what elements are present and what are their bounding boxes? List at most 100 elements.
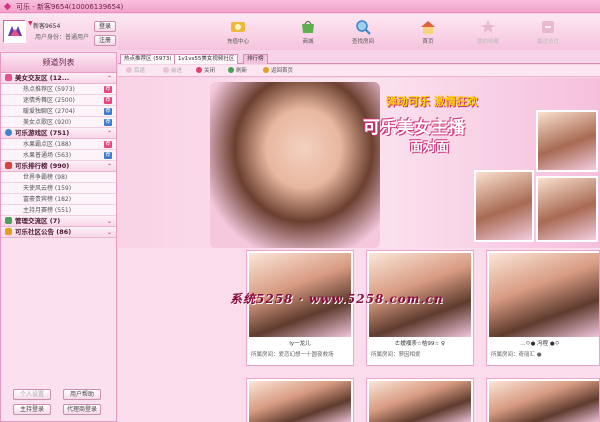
- tab-video-community[interactable]: 1v1vs55美女视频社区: [174, 54, 239, 64]
- app-logo-icon: [3, 2, 12, 11]
- category-rankings[interactable]: 可乐排行榜 (990) ⌃: [1, 161, 116, 172]
- collapse-arrow-icon[interactable]: ⌃: [107, 128, 112, 139]
- toolbar-home-button[interactable]: 首页: [408, 18, 448, 48]
- channel-item[interactable]: 迷情秀舞区 (2500) 荐: [1, 95, 116, 106]
- nav-label: 返回首页: [271, 68, 294, 74]
- banner-photo: [210, 82, 380, 248]
- channel-label: 热点推荐区 (5973): [23, 86, 75, 93]
- toolbar-search-button[interactable]: 查找房间: [343, 18, 383, 48]
- channel-label: 天使风云榜 (159): [23, 185, 72, 192]
- host-card[interactable]: [366, 378, 474, 422]
- toolbar-label: 充值中心: [226, 39, 249, 45]
- banner-thumb: [536, 176, 598, 242]
- host-card[interactable]: ly一龙儿 所属房间：爱恋幻想一十圆夜救场: [246, 250, 354, 366]
- channel-item[interactable]: 世界争霸榜 (98): [1, 172, 116, 183]
- shop-icon: [302, 21, 314, 33]
- home-icon: [263, 67, 269, 73]
- channel-item[interactable]: 热点推荐区 (5973) 荐: [1, 84, 116, 95]
- banner-thumb: [536, 110, 598, 172]
- nav-label: 后退: [134, 68, 146, 74]
- user-panel: ▼ 新客9654 用户身份：普通用户 登录 注册: [0, 14, 118, 50]
- app-logo-icon: [4, 21, 26, 43]
- tab-bar: 热点推荐区 (5973) 1v1vs55美女视频社区 排行榜: [118, 52, 600, 64]
- toolbar-recharge-button[interactable]: 充值中心: [218, 18, 258, 48]
- forward-icon: [163, 67, 169, 73]
- user-help-button[interactable]: 用户帮助: [63, 389, 101, 400]
- host-room: 所属房间：爱恋幻想一十圆夜救场: [251, 352, 334, 358]
- content-area: 弹动可乐 激情狂欢 可乐美女主播 面对面 ly一龙儿 所属房间：爱恋幻想一十圆夜…: [118, 78, 600, 422]
- category-icon: [5, 217, 12, 224]
- channel-label: 美女点歌区 (920): [23, 119, 72, 126]
- channel-item[interactable]: 水果普通场 (563) 荐: [1, 150, 116, 161]
- host-photo: [489, 253, 599, 337]
- channel-item[interactable]: 水果霸点区 (188) 荐: [1, 139, 116, 150]
- search-icon: [356, 20, 371, 35]
- host-name: ...ㅇ● 冯程 ●ㅇ: [520, 341, 560, 347]
- category-announcements[interactable]: 可乐社区公告 (86) ⌄: [1, 227, 116, 238]
- toolbar: 充值中心 商城 查找房间 首页 我的收藏 最近访过: [118, 14, 600, 50]
- title-bar: 可乐 - 新客9654(10006139654): [0, 0, 600, 13]
- channel-item[interactable]: 暖爱独聊区 (2704) 荐: [1, 106, 116, 117]
- user-identity: 用户身份：普通用户: [35, 34, 90, 41]
- toolbar-history-button[interactable]: 最近访过: [528, 18, 568, 48]
- login-button[interactable]: 登录: [94, 21, 116, 32]
- banner-subtitle: 面对面: [410, 140, 450, 155]
- nav-label: 前进: [171, 68, 183, 74]
- channel-label: 世界争霸榜 (98): [23, 174, 68, 181]
- star-icon: [481, 20, 495, 33]
- personal-settings-button[interactable]: 个人设置: [13, 389, 51, 400]
- window-title: 可乐 - 新客9654(10006139654): [16, 3, 124, 11]
- channel-label: 水果普通场 (563): [23, 152, 72, 159]
- recommend-badge: 荐: [104, 119, 112, 126]
- promo-banner[interactable]: 弹动可乐 激情狂欢 可乐美女主播 面对面: [118, 78, 600, 248]
- collapse-arrow-icon[interactable]: ⌃: [107, 161, 112, 172]
- host-login-button[interactable]: 主持登录: [13, 404, 51, 415]
- channel-item[interactable]: 天使风云榜 (159): [1, 183, 116, 194]
- close-button[interactable]: 关闭: [196, 67, 215, 75]
- category-icon: [5, 228, 12, 235]
- category-label: 可乐游戏区 (751): [15, 129, 70, 137]
- collapse-arrow-icon[interactable]: ⌃: [107, 73, 112, 84]
- category-beauty[interactable]: 美女交友区 (12... ⌃: [1, 73, 116, 84]
- sidebar-header: 频道列表: [1, 53, 116, 73]
- category-label: 可乐排行榜 (990): [15, 162, 70, 170]
- avatar[interactable]: [3, 20, 26, 43]
- host-card[interactable]: ...ㅇ● 冯程 ●ㅇ 所属房间：奇丽汇 ●: [486, 250, 600, 366]
- category-icon: [5, 162, 12, 169]
- refresh-button[interactable]: 刷新: [228, 67, 247, 75]
- channel-label: 水果霸点区 (188): [23, 141, 72, 148]
- register-button[interactable]: 注册: [94, 35, 116, 46]
- category-label: 可乐社区公告 (86): [15, 228, 72, 236]
- home-button[interactable]: 返回首页: [263, 67, 293, 75]
- tab-hot[interactable]: 热点推荐区 (5973): [120, 54, 176, 64]
- back-button[interactable]: 后退: [126, 67, 145, 75]
- refresh-icon: [228, 67, 234, 73]
- toolbar-favorites-button[interactable]: 我的收藏: [468, 18, 508, 48]
- category-games[interactable]: 可乐游戏区 (751) ⌃: [1, 128, 116, 139]
- forward-button[interactable]: 前进: [163, 67, 182, 75]
- channel-label: 迷情秀舞区 (2500): [23, 97, 75, 104]
- agent-login-button[interactable]: 代理商登录: [63, 404, 101, 415]
- coin-icon: [231, 22, 245, 32]
- status-dropdown[interactable]: ▼: [28, 20, 33, 27]
- category-icon: [5, 129, 12, 136]
- tab-rankings[interactable]: 排行榜: [243, 54, 268, 64]
- host-card[interactable]: ㄜ嬡襆柰☆桔99☆ ♀ 所属房间：蓼因相爱: [366, 250, 474, 366]
- back-icon: [126, 67, 132, 73]
- category-admin[interactable]: 管理交流区 (7) ⌄: [1, 216, 116, 227]
- host-name: ㄜ嬡襆柰☆桔99☆ ♀: [394, 341, 446, 347]
- channel-item[interactable]: 富豪贵宾榜 (182): [1, 194, 116, 205]
- host-card[interactable]: [246, 378, 354, 422]
- expand-arrow-icon[interactable]: ⌄: [107, 227, 112, 238]
- host-name: ly一龙儿: [289, 341, 311, 347]
- site-watermark: 系统5258 · www.5258.com.cn: [230, 292, 444, 306]
- toolbar-shop-button[interactable]: 商城: [288, 18, 328, 48]
- host-room: 所属房间：奇丽汇 ●: [491, 352, 542, 358]
- channel-item[interactable]: 主持月赛榜 (551): [1, 205, 116, 216]
- expand-arrow-icon[interactable]: ⌄: [107, 216, 112, 227]
- host-card[interactable]: [486, 378, 600, 422]
- banner-title: 可乐美女主播: [363, 118, 465, 138]
- banner-thumb: [474, 170, 534, 242]
- channel-item[interactable]: 美女点歌区 (920) 荐: [1, 117, 116, 128]
- toolbar-label: 我的收藏: [476, 39, 499, 45]
